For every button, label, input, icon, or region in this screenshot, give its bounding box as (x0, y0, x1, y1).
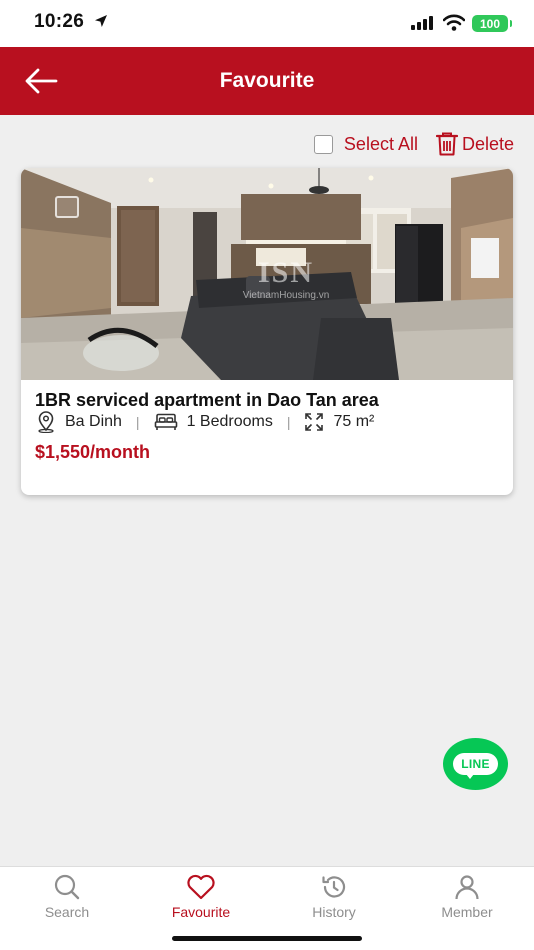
listing-card[interactable]: ISN VietnamHousing.vn 1BR serviced apart… (21, 168, 513, 495)
person-icon (453, 873, 481, 901)
battery-indicator: 100 (472, 15, 512, 32)
trash-icon (435, 132, 458, 156)
select-all-checkbox[interactable] (313, 134, 333, 154)
back-arrow-icon (25, 68, 58, 94)
delete-button[interactable]: Delete (435, 132, 514, 156)
app-header: Favourite (0, 47, 534, 115)
meta-separator: | (286, 414, 291, 430)
status-time: 10:26 (34, 11, 85, 32)
tab-favourite[interactable]: Favourite (134, 873, 268, 923)
listing-district: Ba Dinh (65, 413, 122, 430)
listing-select-checkbox[interactable] (55, 196, 79, 218)
listing-price: $1,550/month (35, 442, 151, 462)
tab-member[interactable]: Member (400, 873, 534, 923)
listing-meta: Ba Dinh | 1 Bedrooms | 75 m² (36, 411, 374, 433)
search-icon (53, 873, 81, 901)
tab-label: Member (441, 904, 493, 920)
listing-bedrooms: 1 Bedrooms (186, 413, 273, 430)
location-pin-icon (36, 411, 56, 433)
select-all-control[interactable]: Select All (313, 133, 418, 155)
expand-area-icon (304, 412, 324, 432)
watermark-text: VietnamHousing.vn (242, 290, 330, 301)
tab-label: Search (44, 904, 90, 920)
listing-watermark: ISN VietnamHousing.vn (221, 256, 351, 302)
heart-icon (186, 873, 216, 901)
status-bar: 10:26 100 (0, 0, 534, 47)
tab-history[interactable]: History (267, 873, 401, 923)
listing-photo: ISN VietnamHousing.vn (21, 168, 513, 380)
listing-area: 75 m² (333, 413, 375, 430)
bed-icon (154, 413, 178, 431)
cellular-signal-icon (411, 16, 435, 35)
watermark-logo: ISN (257, 256, 315, 289)
wifi-icon (442, 14, 466, 36)
back-button[interactable] (22, 65, 62, 97)
tab-label: History (312, 904, 356, 920)
favourite-toolbar: Select All Delete (313, 130, 514, 158)
select-all-label: Select All (343, 133, 418, 154)
meta-separator: | (135, 414, 140, 430)
home-indicator (172, 936, 362, 941)
listing-title: 1BR serviced apartment in Dao Tan area (35, 390, 379, 410)
page-title: Favourite (219, 69, 315, 92)
history-icon (320, 873, 348, 901)
tab-label: Favourite (171, 904, 231, 920)
location-arrow-icon (94, 14, 108, 33)
tab-search[interactable]: Search (0, 873, 134, 923)
line-label: LINE (453, 753, 498, 779)
line-chat-button[interactable]: LINE (443, 738, 508, 790)
delete-label: Delete (461, 133, 514, 154)
